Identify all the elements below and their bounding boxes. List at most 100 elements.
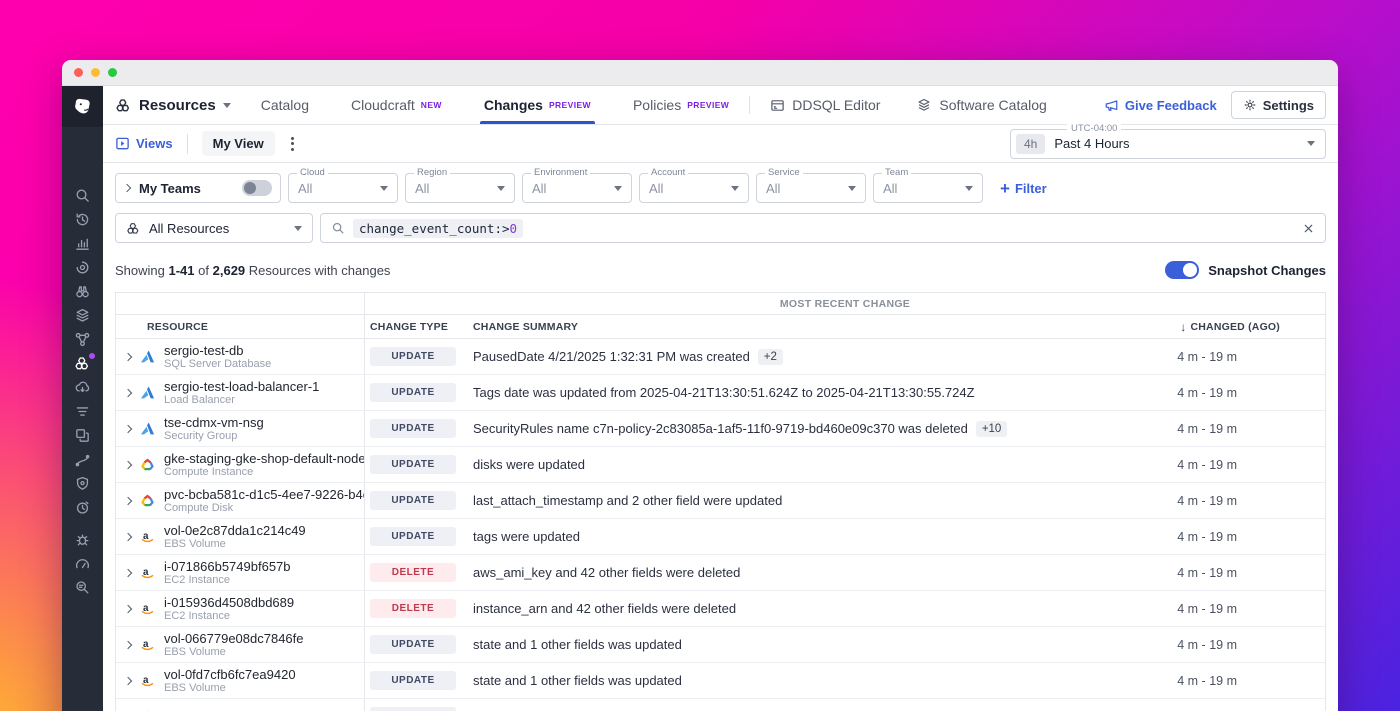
change-summary-cell: state and 1 other fields was updated xyxy=(465,627,1129,662)
resource-scope-dropdown[interactable]: All Resources xyxy=(115,213,313,243)
views-button[interactable]: Views xyxy=(115,136,173,151)
filter-dropdown-cloud[interactable]: CloudAll xyxy=(288,173,398,203)
resource-type: SQL Server Database xyxy=(164,358,271,370)
table-body: sergio-test-dbSQL Server DatabaseUPDATEP… xyxy=(116,339,1325,711)
changed-ago-cell: 4 m - 19 m xyxy=(1129,375,1325,410)
dashboards-icon[interactable] xyxy=(70,427,96,444)
expand-row-icon[interactable] xyxy=(124,604,132,612)
settings-button[interactable]: Settings xyxy=(1231,91,1326,119)
expand-row-icon[interactable] xyxy=(124,676,132,684)
change-type-badge: UPDATE xyxy=(370,635,456,654)
watchdog-icon[interactable] xyxy=(70,259,96,276)
table-row[interactable]: gke-staging-gke-shop-default-node...Comp… xyxy=(116,447,1325,483)
resource-type: EC2 Instance xyxy=(164,610,294,622)
change-type-cell: UPDATE xyxy=(365,519,465,554)
table-row[interactable]: ai-071866b5749bf657bEC2 InstanceDELETEaw… xyxy=(116,555,1325,591)
resource-name: vol-0fd7cfb6fc7ea9420 xyxy=(164,667,296,682)
expand-row-icon[interactable] xyxy=(124,532,132,540)
views-bar: Views My View 4h UTC-04:00 Past 4 Hours xyxy=(103,125,1338,163)
resource-name: sergio-test-load-balancer-1 xyxy=(164,379,319,394)
ci-cd-cloud-icon[interactable] xyxy=(70,379,96,396)
table-row[interactable]: tse-cdmx-vm-nsgSecurity GroupUPDATESecur… xyxy=(116,411,1325,447)
expand-row-icon[interactable] xyxy=(124,496,132,504)
column-changed-ago[interactable]: ↓CHANGED (AGO) xyxy=(1129,315,1325,338)
aws-icon: a xyxy=(140,601,155,616)
tab-cloudcraft[interactable]: CloudcraftNEW xyxy=(351,86,442,124)
expand-row-icon[interactable] xyxy=(124,460,132,468)
table-row[interactable]: ai-015936d4508dbd689EC2 InstanceDELETEin… xyxy=(116,591,1325,627)
window-titlebar xyxy=(62,60,1338,86)
expand-row-icon[interactable] xyxy=(124,352,132,360)
tab-catalog[interactable]: Catalog xyxy=(261,86,309,124)
apm-binoculars-icon[interactable] xyxy=(70,283,96,300)
performance-gauge-icon[interactable] xyxy=(70,555,96,572)
most-recent-change-header: MOST RECENT CHANGE xyxy=(365,293,1325,314)
search-icon[interactable] xyxy=(70,187,96,204)
tool-software-catalog[interactable]: Software Catalog xyxy=(916,97,1046,113)
filter-value: All xyxy=(766,181,780,196)
metrics-icon[interactable] xyxy=(70,235,96,252)
table-row[interactable]: avol-066779e08dc7846feEBS VolumeUPDATEst… xyxy=(116,627,1325,663)
query-token[interactable]: change_event_count:>0 xyxy=(353,219,523,238)
filter-dropdown-region[interactable]: RegionAll xyxy=(405,173,515,203)
time-range-short: 4h xyxy=(1016,134,1045,154)
synthetics-icon[interactable] xyxy=(70,451,96,468)
more-changes-chip[interactable]: +10 xyxy=(976,421,1008,437)
add-filter-button[interactable]: + Filter xyxy=(1000,180,1047,197)
security-shield-icon[interactable] xyxy=(70,475,96,492)
filter-dropdown-team[interactable]: TeamAll xyxy=(873,173,983,203)
chevron-down-icon xyxy=(848,186,856,191)
expand-row-icon[interactable] xyxy=(124,640,132,648)
filter-label: Service xyxy=(765,167,803,178)
my-teams-toggle[interactable] xyxy=(242,180,272,196)
view-options-kebab-icon[interactable] xyxy=(287,133,298,155)
tab-policies[interactable]: PoliciesPREVIEW xyxy=(633,86,729,124)
software-catalog-icon[interactable] xyxy=(70,307,96,324)
error-tracking-bug-icon[interactable] xyxy=(70,531,96,548)
product-switcher[interactable]: Resources xyxy=(115,86,231,124)
clear-search-icon[interactable] xyxy=(1302,222,1315,235)
resource-names: tse-cdmx-vm-nsgSecurity Group xyxy=(164,415,264,442)
table-row[interactable]: avol-0fd7cfb6fc7ea9420EBS VolumeUPDATEst… xyxy=(116,663,1325,699)
audit-trail-icon[interactable] xyxy=(70,579,96,596)
datadog-logo[interactable] xyxy=(62,86,103,127)
table-row[interactable]: sergio-test-load-balancer-1Load Balancer… xyxy=(116,375,1325,411)
search-input[interactable]: change_event_count:>0 xyxy=(320,213,1326,243)
zoom-button[interactable] xyxy=(108,68,117,77)
table-row[interactable]: pvc-bcba581c-d1c5-4ee7-9226-b4c...Comput… xyxy=(116,483,1325,519)
give-feedback-button[interactable]: Give Feedback xyxy=(1104,98,1217,113)
more-changes-chip[interactable]: +2 xyxy=(758,349,783,365)
resource-name: i-071866b5749bf657b xyxy=(164,559,291,574)
change-type-badge: UPDATE xyxy=(370,347,456,366)
expand-row-icon[interactable] xyxy=(124,424,132,432)
tool-ddsql-editor[interactable]: DDSQL Editor xyxy=(770,97,880,113)
history-icon[interactable] xyxy=(70,211,96,228)
table-row[interactable]: sergio-test-dbSQL Server DatabaseUPDATEP… xyxy=(116,339,1325,375)
changed-ago-cell: 4 m - 19 m xyxy=(1129,411,1325,446)
filter-dropdown-environment[interactable]: EnvironmentAll xyxy=(522,173,632,203)
minimize-button[interactable] xyxy=(91,68,100,77)
chevron-down-icon xyxy=(497,186,505,191)
close-button[interactable] xyxy=(74,68,83,77)
nav-tools: DDSQL Editor Software Catalog xyxy=(770,86,1047,124)
filter-dropdown-service[interactable]: ServiceAll xyxy=(756,173,866,203)
monitors-clock-icon[interactable] xyxy=(70,499,96,516)
table-row[interactable]: cluster-ftj9s-worker-japaneast1-fr2...UP… xyxy=(116,699,1325,711)
my-teams-control[interactable]: My Teams xyxy=(115,173,281,203)
change-summary-text: state and 1 other fields was updated xyxy=(473,673,682,688)
resource-name: vol-0e2c87dda1c214c49 xyxy=(164,523,306,538)
filter-dropdown-account[interactable]: AccountAll xyxy=(639,173,749,203)
logs-icon[interactable] xyxy=(70,403,96,420)
change-summary-cell: instance_arn and 42 other fields were de… xyxy=(465,591,1129,626)
resource-cell: ai-071866b5749bf657bEC2 Instance xyxy=(116,555,365,590)
current-view-chip[interactable]: My View xyxy=(202,131,275,156)
change-summary-cell: Tags date was updated from 2025-04-21T13… xyxy=(465,375,1129,410)
expand-row-icon[interactable] xyxy=(124,388,132,396)
service-map-icon[interactable] xyxy=(70,331,96,348)
tab-changes[interactable]: ChangesPREVIEW xyxy=(484,86,591,124)
time-range-picker[interactable]: 4h UTC-04:00 Past 4 Hours xyxy=(1010,129,1326,159)
snapshot-changes-toggle[interactable] xyxy=(1165,261,1199,279)
expand-row-icon[interactable] xyxy=(124,568,132,576)
table-row[interactable]: avol-0e2c87dda1c214c49EBS VolumeUPDATEta… xyxy=(116,519,1325,555)
resources-icon[interactable] xyxy=(70,355,96,372)
